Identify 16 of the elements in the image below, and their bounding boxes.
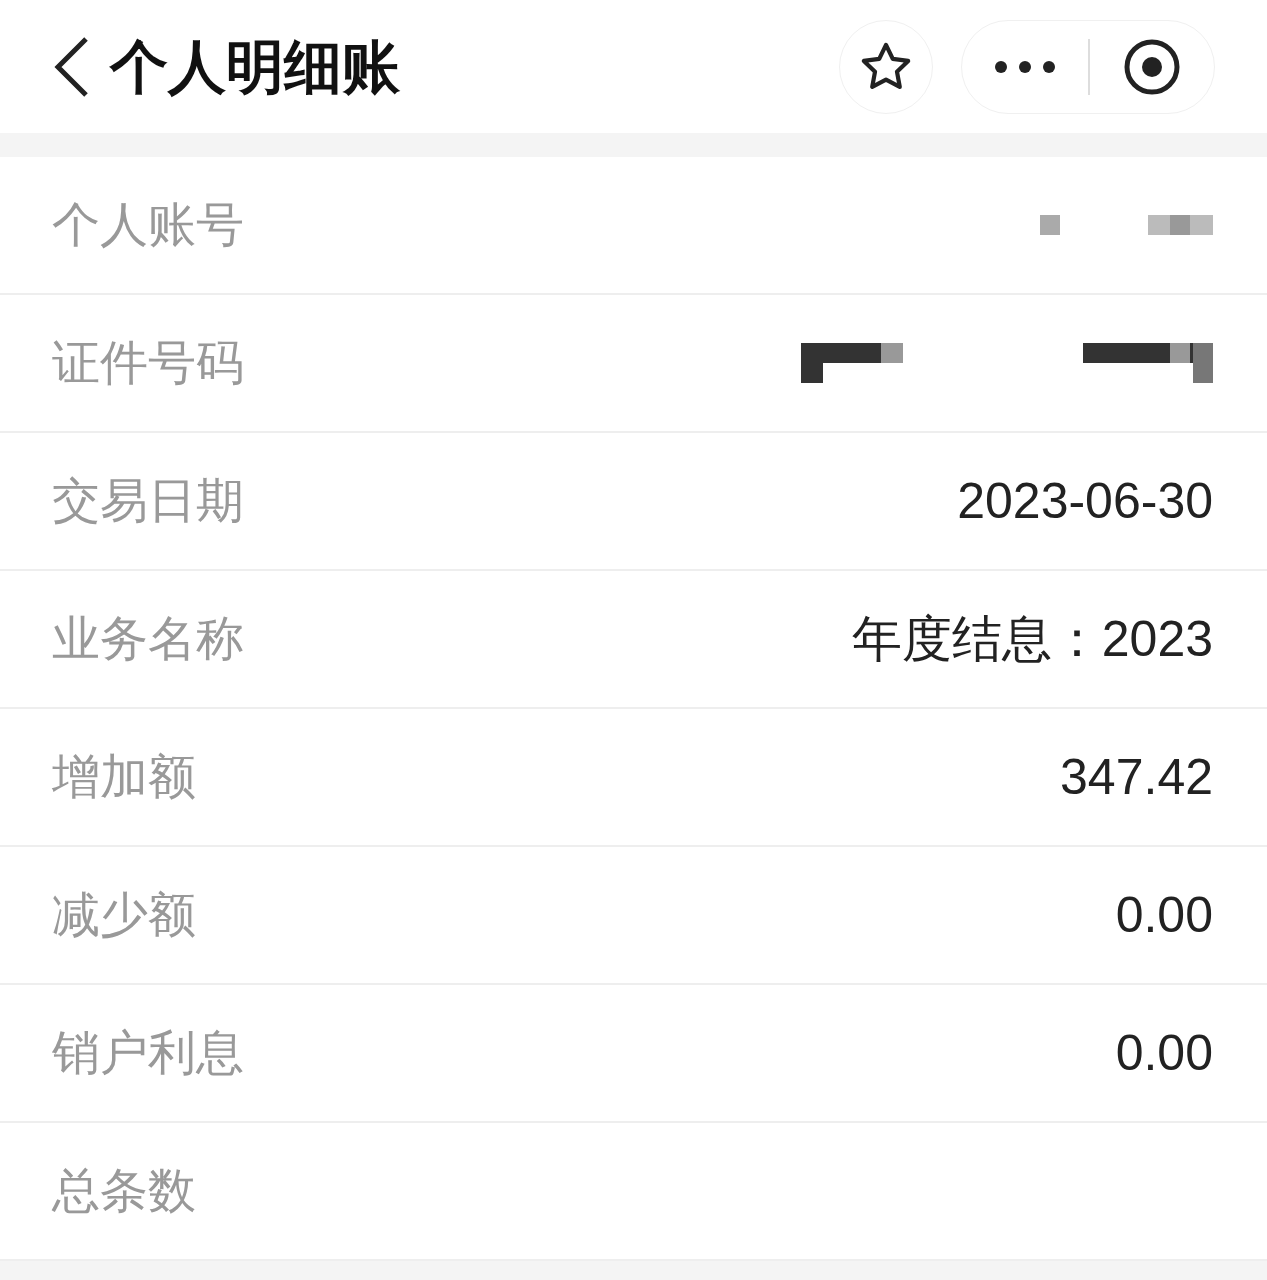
field-label: 减少额 [52, 887, 196, 943]
target-icon [1123, 37, 1181, 96]
field-label: 增加额 [52, 749, 196, 805]
more-icon [994, 59, 1056, 74]
field-value: 0.00 [1115, 885, 1213, 945]
field-label: 销户利息 [52, 1025, 244, 1081]
field-value: 年度结息：2023 [851, 609, 1213, 669]
field-label: 总条数 [52, 1163, 196, 1219]
page-title: 个人明细账 [110, 33, 400, 101]
field-value: 2023-06-30 [957, 471, 1213, 531]
field-label: 交易日期 [52, 473, 244, 529]
field-value: 0.00 [1115, 1023, 1213, 1083]
field-label: 个人账号 [52, 197, 244, 253]
field-label: 证件号码 [52, 335, 244, 391]
field-label: 业务名称 [52, 611, 244, 667]
field-value: 347.42 [1060, 747, 1213, 807]
